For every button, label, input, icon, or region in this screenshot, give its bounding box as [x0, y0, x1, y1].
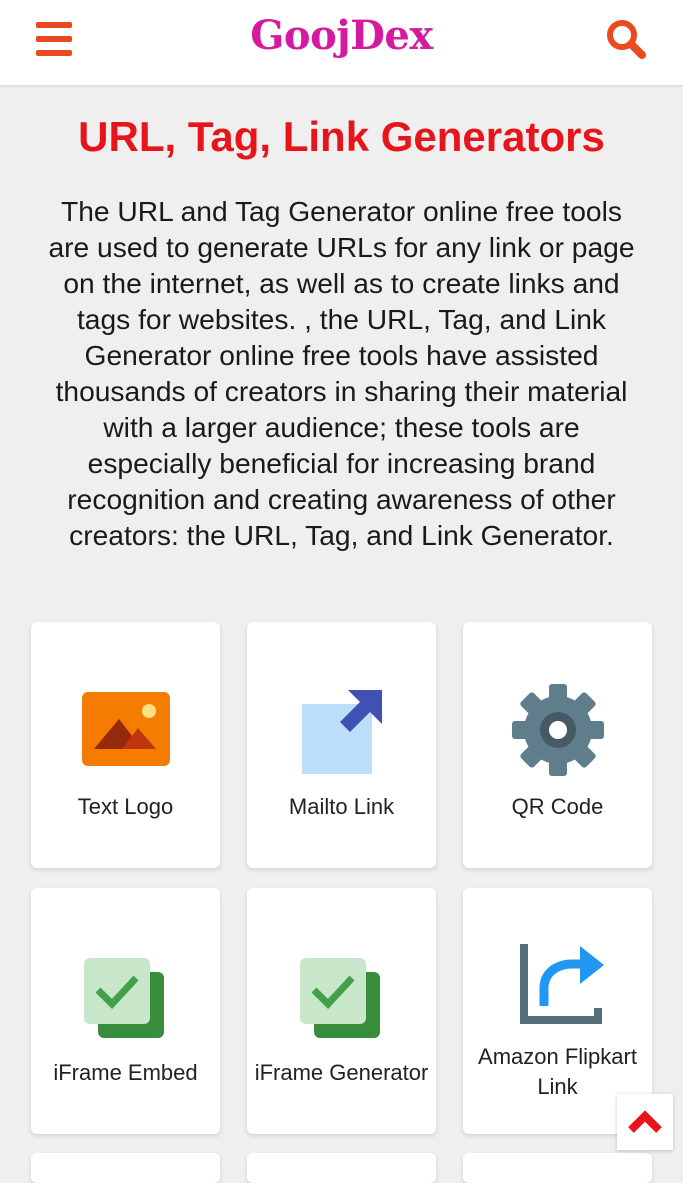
tool-card-qr-code[interactable]: QR Code	[463, 622, 652, 868]
search-button[interactable]	[604, 18, 650, 62]
chevron-up-icon	[628, 1110, 662, 1133]
tool-label: Text Logo	[77, 794, 174, 819]
tool-label: iFrame Embed	[53, 1060, 198, 1085]
tool-card-text-logo[interactable]: Text Logo	[31, 622, 220, 868]
scroll-to-top-button[interactable]	[617, 1094, 673, 1150]
external-link-icon	[301, 690, 382, 774]
gear-icon	[511, 684, 604, 776]
checkbox-copy-icon	[299, 958, 380, 1038]
tool-card-iframe-generator[interactable]: iFrame Generator	[247, 888, 436, 1134]
tool-card-partial[interactable]	[247, 1153, 436, 1183]
tool-label: Amazon Flipkart Link	[478, 1044, 637, 1099]
search-icon	[607, 20, 646, 59]
checkbox-copy-icon	[83, 958, 164, 1038]
tool-label: iFrame Generator	[254, 1060, 429, 1085]
tool-card-partial[interactable]	[31, 1153, 220, 1183]
app-header: GoojDex	[0, 0, 683, 86]
image-icon	[81, 692, 170, 766]
brand-logo[interactable]: GoojDex	[0, 12, 683, 59]
tool-label: Mailto Link	[288, 794, 395, 819]
tool-card-mailto-link[interactable]: Mailto Link	[247, 622, 436, 868]
tool-card-partial[interactable]	[463, 1153, 652, 1183]
tool-card-iframe-embed[interactable]: iFrame Embed	[31, 888, 220, 1134]
share-arrow-icon	[519, 944, 604, 1024]
tool-label: QR Code	[511, 794, 604, 819]
page-title: URL, Tag, Link Generators	[78, 113, 605, 160]
intro-paragraph: The URL and Tag Generator online free to…	[48, 195, 635, 551]
